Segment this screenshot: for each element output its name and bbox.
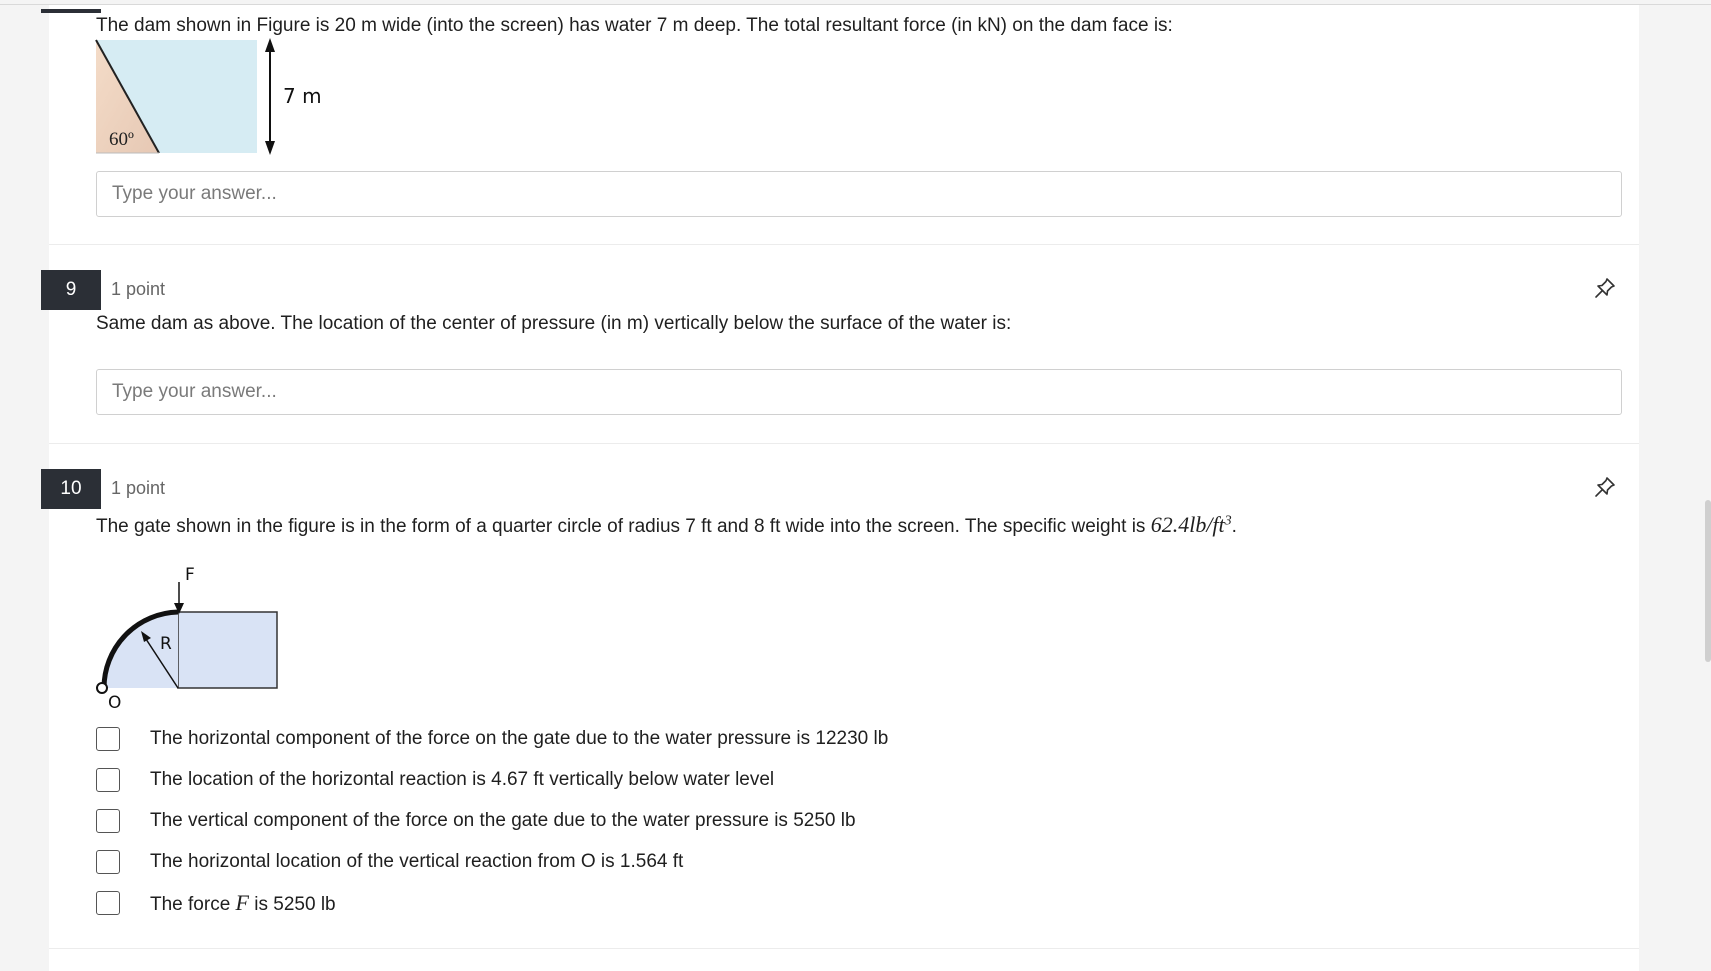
question-8-text: The dam shown in Figure is 20 m wide (in…	[96, 15, 1173, 36]
question-10-text-post: .	[1231, 516, 1237, 537]
specific-weight-value: 62.4lb/ft	[1150, 512, 1225, 537]
question-divider	[49, 244, 1639, 245]
specific-weight-exponent: 3	[1224, 513, 1232, 529]
water-region	[177, 611, 278, 689]
option-3[interactable]: The vertical component of the force on t…	[96, 807, 856, 835]
question-10-number: 10	[41, 469, 101, 509]
pin-icon[interactable]	[1593, 276, 1617, 300]
question-9-answer-input[interactable]	[96, 369, 1622, 415]
gate-figure: F R O	[96, 565, 278, 713]
question-divider	[49, 948, 1639, 949]
checkbox-icon[interactable]	[96, 727, 120, 751]
depth-arrow-up	[265, 38, 275, 52]
hinge-o	[96, 682, 108, 694]
question-8-answer-input[interactable]	[96, 171, 1622, 217]
question-10-points: 1 point	[111, 478, 166, 498]
option-2-label: The location of the horizontal reaction …	[150, 769, 775, 790]
top-divider	[0, 4, 1711, 5]
dam-figure: 60º 7 m	[95, 38, 322, 155]
checkbox-icon[interactable]	[96, 768, 120, 792]
question-9-number: 9	[41, 270, 101, 310]
checkbox-icon[interactable]	[96, 891, 120, 915]
option-5-label: The force F is 5250 lb	[150, 890, 336, 916]
checkbox-icon[interactable]	[96, 809, 120, 833]
option-5-label-post: is 5250 lb	[249, 894, 336, 915]
option-5-math: F	[235, 890, 249, 915]
question-8-badge-edge	[41, 9, 101, 13]
option-5-label-pre: The force	[150, 894, 236, 915]
question-9-points: 1 point	[111, 279, 166, 299]
option-3-label: The vertical component of the force on t…	[150, 810, 856, 831]
radius-label: R	[160, 634, 172, 654]
pin-icon[interactable]	[1593, 475, 1617, 499]
dam-angle-label: 60º	[109, 129, 134, 150]
option-4[interactable]: The horizontal location of the vertical …	[96, 848, 683, 876]
option-2[interactable]: The location of the horizontal reaction …	[96, 766, 774, 794]
question-10-text: The gate shown in the figure is in the f…	[96, 512, 1237, 538]
scrollbar-thumb[interactable]	[1705, 500, 1711, 662]
force-label: F	[185, 565, 195, 585]
depth-arrow-down	[265, 141, 275, 155]
option-1[interactable]: The horizontal component of the force on…	[96, 725, 888, 753]
checkbox-icon[interactable]	[96, 850, 120, 874]
question-10-text-pre: The gate shown in the figure is in the f…	[96, 516, 1151, 537]
question-divider	[49, 443, 1639, 444]
question-9-text: Same dam as above. The location of the c…	[96, 313, 1012, 334]
option-5[interactable]: The force F is 5250 lb	[96, 889, 336, 917]
depth-label: 7 m	[283, 84, 322, 108]
option-1-label: The horizontal component of the force on…	[150, 728, 889, 749]
option-4-label: The horizontal location of the vertical …	[150, 851, 684, 872]
origin-label: O	[108, 693, 121, 713]
